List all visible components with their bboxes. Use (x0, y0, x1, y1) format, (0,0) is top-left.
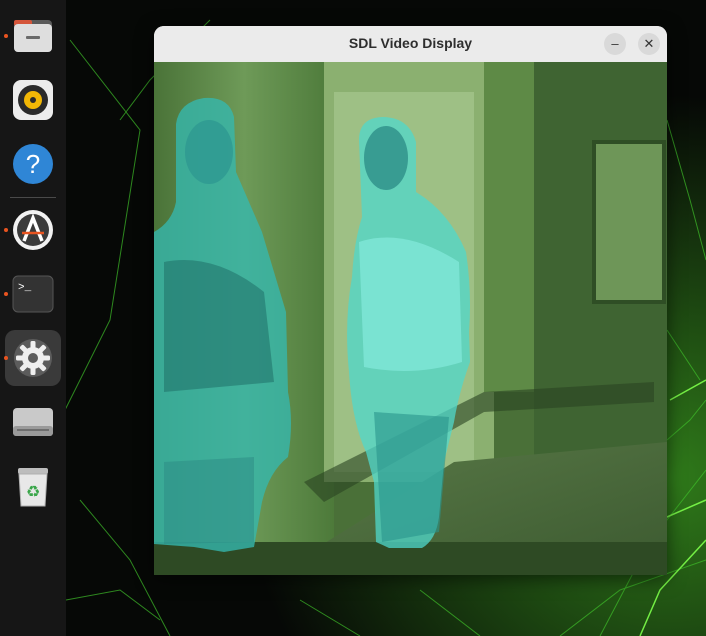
dock-item-files[interactable] (4, 8, 61, 64)
rhythmbox-icon (13, 80, 53, 120)
dock: ? >_ ♻ (0, 0, 66, 636)
minimize-icon: – (611, 36, 619, 51)
help-glyph: ? (26, 149, 40, 179)
video-frame (154, 62, 667, 575)
dock-separator (10, 197, 56, 198)
close-icon: ✕ (643, 36, 655, 51)
terminal-glyph: >_ (18, 282, 32, 294)
running-indicator (4, 292, 8, 296)
disk-drive-icon (13, 408, 53, 436)
dock-item-settings[interactable] (4, 330, 61, 386)
help-icon: ? (13, 144, 53, 184)
minimize-button[interactable]: – (604, 33, 626, 55)
terminal-icon: >_ (12, 275, 54, 313)
sdl-video-window: SDL Video Display – ✕ (154, 26, 667, 575)
video-frame-image (154, 62, 667, 575)
running-indicator (4, 356, 8, 360)
settings-icon (14, 339, 52, 377)
dock-item-software-updater[interactable] (4, 202, 61, 258)
dock-item-trash[interactable]: ♻ (5, 458, 61, 514)
dock-item-terminal[interactable]: >_ (4, 266, 61, 322)
files-icon (14, 20, 52, 52)
trash-icon: ♻ (18, 468, 48, 507)
window-titlebar[interactable]: SDL Video Display – ✕ (154, 26, 667, 63)
window-title: SDL Video Display (348, 35, 473, 51)
dock-item-rhythmbox[interactable] (5, 72, 61, 128)
dock-item-help[interactable]: ? (5, 136, 61, 192)
running-indicator (4, 228, 8, 232)
running-indicator (4, 34, 8, 38)
close-button[interactable]: ✕ (638, 33, 660, 55)
dock-item-disk-drive[interactable] (5, 394, 61, 450)
software-updater-icon (13, 210, 53, 250)
recycle-glyph: ♻ (26, 482, 40, 501)
